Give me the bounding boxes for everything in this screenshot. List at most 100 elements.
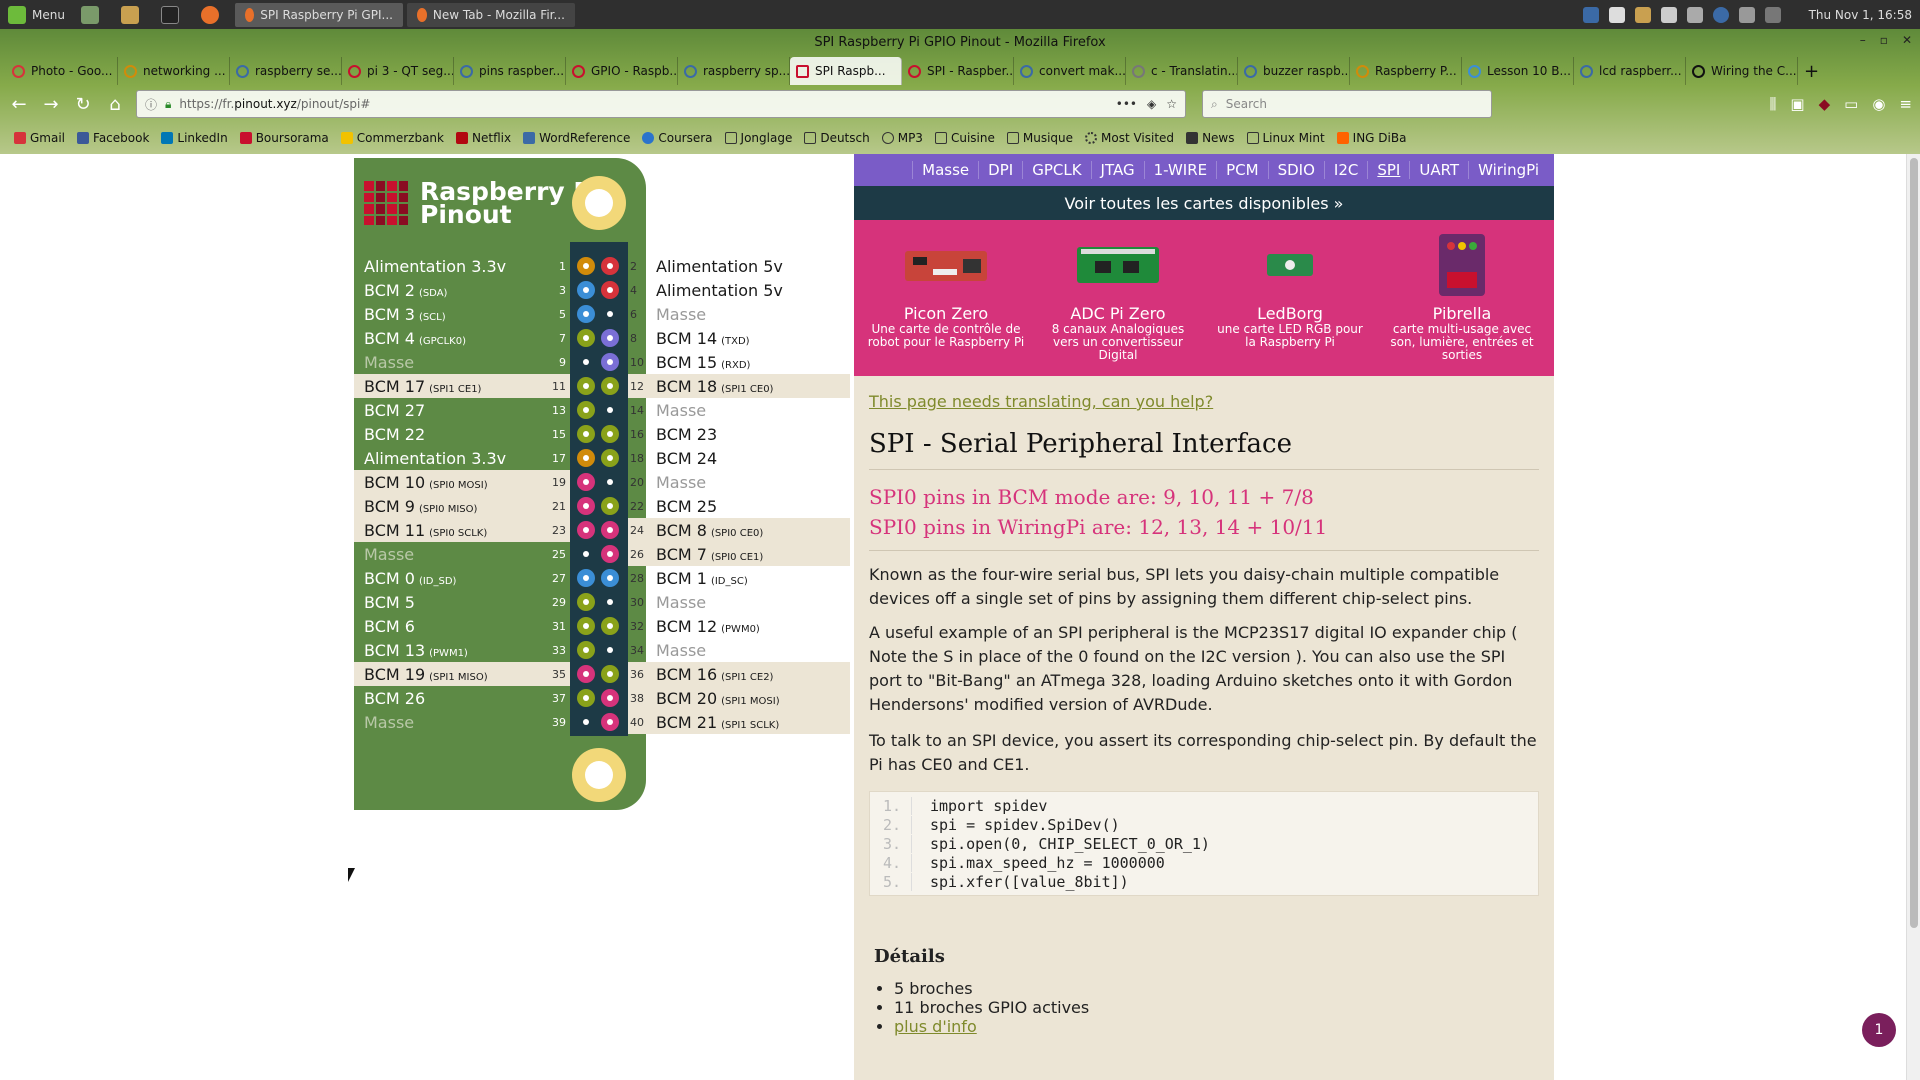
volume-icon[interactable] [1738, 6, 1755, 23]
bookmark[interactable]: Commerzbank [335, 131, 450, 145]
pin-dot-icon[interactable] [577, 449, 595, 467]
bookmark[interactable]: Gmail [8, 131, 71, 145]
firefox-launcher[interactable] [193, 0, 233, 29]
pin-dot-icon[interactable] [601, 353, 619, 371]
code-block[interactable]: 1. import spidev 2. spi = spidev.SpiDev() … [869, 791, 1539, 896]
product-card[interactable]: Picon Zero Une carte de contrôle de robot… [866, 220, 1026, 376]
info-icon[interactable]: ⓘ [145, 96, 157, 113]
tab[interactable]: Photo - Goo... [6, 57, 118, 85]
menu-i2c[interactable]: I2C [1323, 161, 1367, 179]
pin-row-21[interactable]: BCM 9 (SPI0 MISO) 21 [354, 494, 570, 518]
pin-row-9[interactable]: Masse 9 [354, 350, 570, 374]
pin-row-2[interactable]: Alimentation 5v 2 [628, 254, 850, 278]
pin-dot-icon[interactable] [601, 305, 619, 323]
tab-active-spi[interactable]: SPI Raspb... [790, 57, 902, 85]
pin-dot-icon[interactable] [577, 593, 595, 611]
tab[interactable]: pi 3 - QT seg... [342, 57, 454, 85]
pin-row-32[interactable]: BCM 12 (PWM0) 32 [628, 614, 850, 638]
menu-pcm[interactable]: PCM [1216, 161, 1267, 179]
hamburger-menu-icon[interactable]: ≡ [1899, 95, 1912, 113]
pin-dot-icon[interactable] [577, 281, 595, 299]
pin-row-7[interactable]: BCM 4 (GPCLK0) 7 [354, 326, 570, 350]
pin-dot-icon[interactable] [601, 449, 619, 467]
forward-icon[interactable]: → [40, 93, 62, 115]
pin-dot-icon[interactable] [601, 425, 619, 443]
ublock-icon[interactable]: ◆ [1819, 95, 1831, 113]
pin-row-10[interactable]: BCM 15 (RXD) 10 [628, 350, 850, 374]
pin-dot-icon[interactable] [601, 281, 619, 299]
pin-dot-icon[interactable] [601, 689, 619, 707]
show-desktop-launcher[interactable] [73, 0, 113, 29]
bookmark[interactable]: Netflix [450, 131, 517, 145]
menu-jtag[interactable]: JTAG [1090, 161, 1144, 179]
pin-dot-icon[interactable] [577, 689, 595, 707]
menu-1wire[interactable]: 1-WIRE [1143, 161, 1217, 179]
pin-dot-icon[interactable] [577, 641, 595, 659]
product-card[interactable]: LedBorg une carte LED RGB pour la Raspber… [1210, 220, 1370, 376]
pin-dot-icon[interactable] [601, 641, 619, 659]
pin-dot-icon[interactable] [577, 521, 595, 539]
pin-dot-icon[interactable] [577, 545, 595, 563]
bookmark-folder[interactable]: Jonglage [719, 131, 799, 145]
pin-row-40[interactable]: BCM 21 (SPI1 SCLK) 40 [628, 710, 850, 734]
pin-dot-icon[interactable] [577, 713, 595, 731]
pin-dot-icon[interactable] [577, 425, 595, 443]
menu-uart[interactable]: UART [1409, 161, 1468, 179]
pin-dot-icon[interactable] [577, 617, 595, 635]
pin-row-20[interactable]: Masse 20 [628, 470, 850, 494]
tab[interactable]: networking ... [118, 57, 230, 85]
pin-row-1[interactable]: Alimentation 3.3v 1 [354, 254, 570, 278]
pin-dot-icon[interactable] [601, 497, 619, 515]
pin-row-38[interactable]: BCM 20 (SPI1 MOSI) 38 [628, 686, 850, 710]
clock[interactable]: Thu Nov 1, 16:58 [1809, 8, 1912, 22]
all-boards-link[interactable]: Voir toutes les cartes disponibles » [854, 186, 1554, 220]
pin-dot-icon[interactable] [601, 473, 619, 491]
pin-row-25[interactable]: Masse 25 [354, 542, 570, 566]
bookmark-folder[interactable]: Deutsch [798, 131, 875, 145]
pocket-icon[interactable]: ◈ [1147, 97, 1156, 111]
pin-row-17[interactable]: Alimentation 3.3v 17 [354, 446, 570, 470]
pin-dot-icon[interactable] [577, 377, 595, 395]
pin-row-27[interactable]: BCM 0 (ID_SD) 27 [354, 566, 570, 590]
terminal-launcher[interactable] [153, 0, 193, 29]
pin-row-22[interactable]: BCM 25 22 [628, 494, 850, 518]
pin-dot-icon[interactable] [601, 713, 619, 731]
pin-row-5[interactable]: BCM 3 (SCL) 5 [354, 302, 570, 326]
pin-row-8[interactable]: BCM 14 (TXD) 8 [628, 326, 850, 350]
pin-dot-icon[interactable] [601, 593, 619, 611]
folder-icon[interactable] [1634, 6, 1651, 23]
close-icon[interactable]: ✕ [1902, 33, 1912, 47]
bookmark[interactable]: Most Visited [1079, 131, 1180, 145]
home-icon[interactable]: ⌂ [104, 93, 126, 115]
pin-dot-icon[interactable] [601, 545, 619, 563]
new-tab-button[interactable]: + [1798, 57, 1828, 85]
tab[interactable]: GPIO - Raspb... [566, 57, 678, 85]
tab[interactable]: pins raspber... [454, 57, 566, 85]
bookmark-star-icon[interactable]: ☆ [1166, 97, 1177, 111]
pin-dot-icon[interactable] [601, 665, 619, 683]
pin-row-26[interactable]: BCM 7 (SPI0 CE1) 26 [628, 542, 850, 566]
dropbox-icon[interactable] [1608, 6, 1625, 23]
sidebar-icon[interactable]: ▭ [1844, 95, 1858, 113]
more-info-link[interactable]: plus d'info [894, 1017, 977, 1036]
pin-row-12[interactable]: BCM 18 (SPI1 CE0) 12 [628, 374, 850, 398]
site-logo[interactable]: Raspberry Pi Pinout [364, 179, 600, 227]
menu-wiringpi[interactable]: WiringPi [1468, 161, 1548, 179]
pin-dot-icon[interactable] [601, 569, 619, 587]
pin-dot-icon[interactable] [601, 521, 619, 539]
task-firefox-spi[interactable]: SPI Raspberry Pi GPI... [234, 2, 403, 27]
intel-icon[interactable] [1712, 6, 1729, 23]
pin-row-28[interactable]: BCM 1 (ID_SC) 28 [628, 566, 850, 590]
bookmark[interactable]: News [1180, 131, 1240, 145]
pin-dot-icon[interactable] [577, 473, 595, 491]
pin-row-13[interactable]: BCM 27 13 [354, 398, 570, 422]
menu-button[interactable]: Menu [0, 0, 73, 29]
pin-row-6[interactable]: Masse 6 [628, 302, 850, 326]
bluetooth-icon[interactable] [1686, 6, 1703, 23]
pin-dot-icon[interactable] [577, 329, 595, 347]
menu-masse[interactable]: Masse [912, 161, 978, 179]
notification-badge[interactable]: 1 [1862, 1013, 1896, 1047]
pin-row-30[interactable]: Masse 30 [628, 590, 850, 614]
pin-dot-icon[interactable] [601, 257, 619, 275]
bookmark-folder[interactable]: Cuisine [929, 131, 1001, 145]
